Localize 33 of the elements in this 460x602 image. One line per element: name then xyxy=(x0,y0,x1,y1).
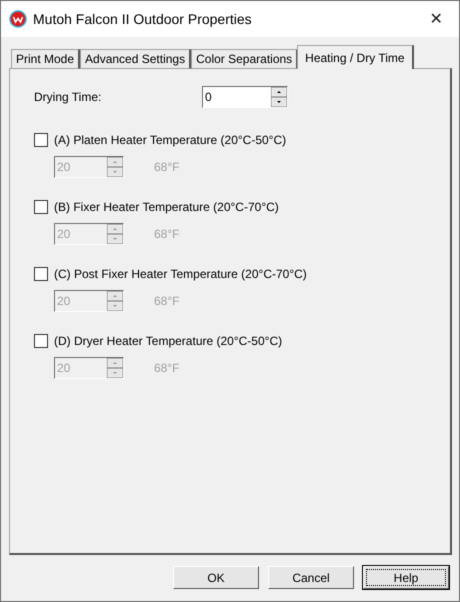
checkbox-label: (B) Fixer Heater Temperature (20°C-70°C) xyxy=(54,200,279,214)
dialog-button[interactable]: Cancel xyxy=(268,566,354,589)
spin-arrows-icon[interactable] xyxy=(107,291,123,311)
tab[interactable]: Advanced Settings xyxy=(80,49,192,69)
checkbox[interactable] xyxy=(34,334,48,348)
fahrenheit-label: 68°F xyxy=(154,294,180,308)
fahrenheit-label: 68°F xyxy=(154,160,180,174)
heater-checkbox[interactable]: (B) Fixer Heater Temperature (20°C-70°C) xyxy=(34,197,450,217)
checkbox-label: (A) Platen Heater Temperature (20°C-50°C) xyxy=(54,133,286,147)
close-button[interactable]: ✕ xyxy=(421,9,451,29)
checkbox[interactable] xyxy=(34,267,48,281)
tab[interactable]: Heating / Dry Time xyxy=(297,45,414,69)
tab[interactable]: Color Separations xyxy=(191,49,298,69)
checkbox[interactable] xyxy=(34,133,48,147)
app-logo-icon xyxy=(9,10,27,28)
heater-checkbox[interactable]: (D) Dryer Heater Temperature (20°C-50°C) xyxy=(34,331,450,351)
fahrenheit-label: 68°F xyxy=(154,227,180,241)
spin-arrows-icon[interactable] xyxy=(107,358,123,378)
window-title: Mutoh Falcon II Outdoor Properties xyxy=(33,11,253,27)
drying-time-field[interactable]: 0 xyxy=(202,86,288,108)
tab[interactable]: Print Mode xyxy=(11,49,80,69)
drying-time-label: Drying Time: xyxy=(34,90,102,104)
dialog-button[interactable]: OK xyxy=(173,566,259,589)
checkbox-label: (D) Dryer Heater Temperature (20°C-50°C) xyxy=(54,334,282,348)
spin-arrows-icon[interactable] xyxy=(271,87,287,107)
checkbox[interactable] xyxy=(34,200,48,214)
heater-checkbox[interactable]: (C) Post Fixer Heater Temperature (20°C-70°C) xyxy=(34,264,450,284)
spin-arrows-icon[interactable] xyxy=(107,157,123,177)
checkbox-label: (C) Post Fixer Heater Temperature (20°C-70°C) xyxy=(54,267,307,281)
fahrenheit-label: 68°F xyxy=(154,361,180,375)
heater-checkbox[interactable]: (A) Platen Heater Temperature (20°C-50°C) xyxy=(34,130,450,150)
spin-arrows-icon[interactable] xyxy=(107,224,123,244)
dialog-button[interactable]: Help xyxy=(363,566,449,589)
